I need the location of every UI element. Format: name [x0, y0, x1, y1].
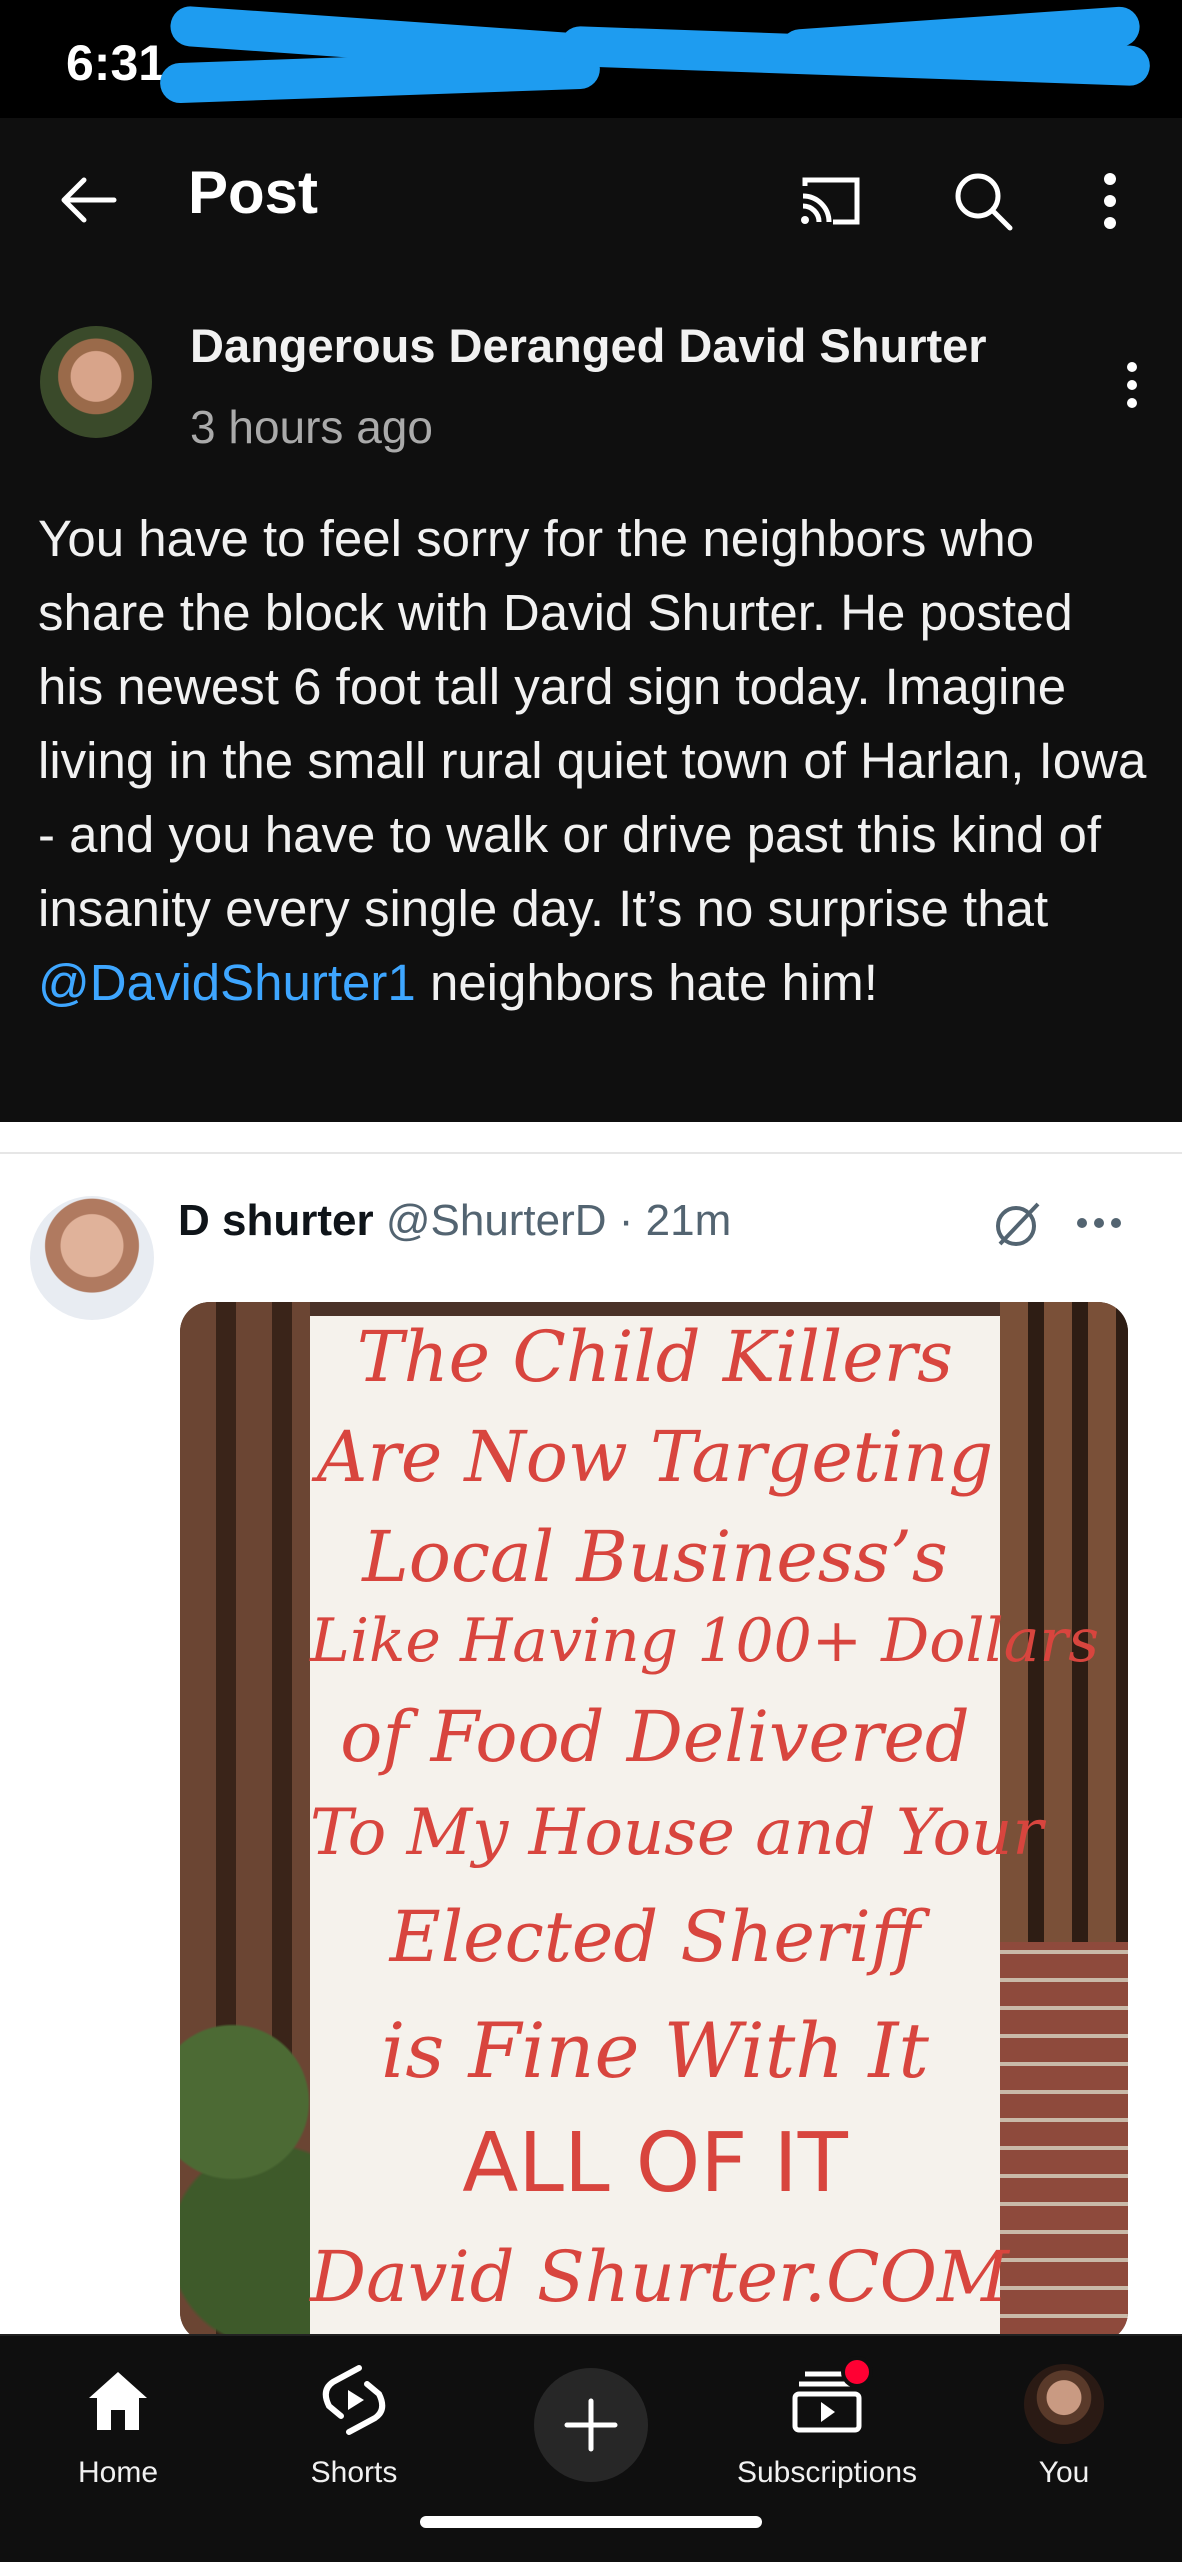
sign-line: is Fine With It — [381, 2006, 929, 2095]
shorts-icon — [322, 2365, 386, 2435]
nav-create[interactable] — [491, 2356, 691, 2506]
post-text-end: neighbors hate him! — [415, 954, 878, 1011]
sign-line: David Shurter.COM — [310, 2236, 1009, 2318]
brick-wall — [1000, 1942, 1128, 2342]
arrow-left-icon — [61, 177, 117, 223]
yard-sign-photo: The Child Killers Are Now Targeting Loca… — [180, 1302, 1128, 2342]
nav-shorts-label: Shorts — [310, 2456, 398, 2489]
tweet-time: 21m — [645, 1196, 732, 1245]
cast-button[interactable] — [788, 158, 872, 242]
more-vertical-icon — [1104, 173, 1116, 229]
create-plus-icon — [564, 2398, 618, 2452]
post-time: 3 hours ago — [190, 401, 433, 453]
post-author-name[interactable]: Dangerous Deranged David Shurter — [190, 318, 987, 373]
yard-sign: The Child Killers Are Now Targeting Loca… — [310, 1316, 1099, 2342]
tweet-handle: @ShurterD — [385, 1196, 607, 1245]
author-avatar[interactable] — [40, 326, 152, 438]
tweet-author-name: D shurter — [178, 1196, 374, 1245]
divider — [0, 1152, 1182, 1154]
sign-line: Local Business’s — [362, 1516, 948, 1598]
post-menu-button[interactable] — [1110, 350, 1154, 420]
nav-subscriptions[interactable]: Subscriptions — [727, 2356, 927, 2506]
tweet-header: D shurter @ShurterD · 21m — [178, 1196, 731, 1246]
back-button[interactable] — [48, 160, 128, 240]
sign-line: To My House and Your — [310, 1796, 1043, 1870]
home-indicator[interactable] — [420, 2516, 762, 2528]
nav-home[interactable]: Home — [18, 2356, 218, 2506]
grok-icon — [990, 1196, 1046, 1252]
post-body: You have to feel sorry for the neighbors… — [38, 502, 1148, 1020]
sign-line: Like Having 100+ Dollars — [310, 1606, 1099, 1676]
sign-line: ALL OF IT — [462, 2116, 848, 2211]
sign-line: Elected Sheriff — [389, 1896, 921, 1978]
sign-line: of Food Delivered — [340, 1696, 970, 1778]
nav-shorts[interactable]: Shorts — [254, 2356, 454, 2506]
sign-line: The Child Killers — [356, 1316, 954, 1398]
status-time: 6:31 — [66, 35, 167, 91]
notification-dot — [841, 2356, 873, 2388]
redaction-scribble — [159, 48, 601, 104]
avatar — [1024, 2364, 1104, 2444]
nav-subscriptions-label: Subscriptions — [736, 2456, 918, 2489]
nav-home-label: Home — [77, 2456, 159, 2489]
search-icon — [955, 173, 1013, 231]
mention-link[interactable]: @DavidShurter1 — [38, 954, 416, 1011]
cast-icon — [801, 177, 860, 225]
page-title: Post — [188, 159, 319, 226]
more-vertical-icon — [1127, 362, 1137, 408]
tweet-separator: · — [606, 1196, 646, 1245]
nav-you-label: You — [1038, 2456, 1090, 2489]
plants-left — [180, 1862, 310, 2342]
home-icon — [89, 2372, 147, 2430]
sign-line: Are Now Targeting — [316, 1416, 994, 1498]
more-options-button[interactable] — [1080, 156, 1140, 246]
tweet-avatar — [30, 1196, 154, 1320]
more-horizontal-icon — [1074, 1200, 1124, 1246]
post-text: You have to feel sorry for the neighbors… — [38, 510, 1147, 937]
nav-you[interactable]: You — [964, 2356, 1164, 2506]
status-bar: 6:31 — [0, 0, 1182, 118]
search-button[interactable] — [938, 156, 1028, 246]
